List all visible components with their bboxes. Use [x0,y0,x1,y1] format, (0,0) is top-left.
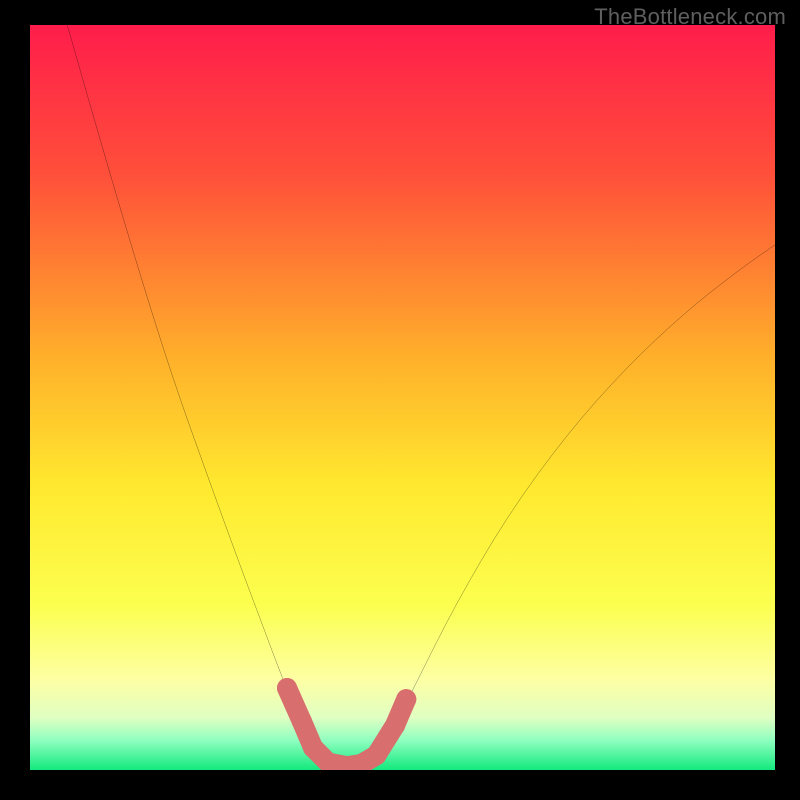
curve-layer [30,25,775,770]
chart-frame: TheBottleneck.com [0,0,800,800]
highlight-dot [292,712,312,732]
highlight-dot [385,715,405,735]
highlight-dot [277,678,297,698]
highlight-dot [303,738,323,758]
highlight-dots [277,678,416,770]
highlight-dot [396,689,416,709]
bottleneck-curve [67,25,775,766]
highlight-dot [366,745,386,765]
plot-area [30,25,775,770]
